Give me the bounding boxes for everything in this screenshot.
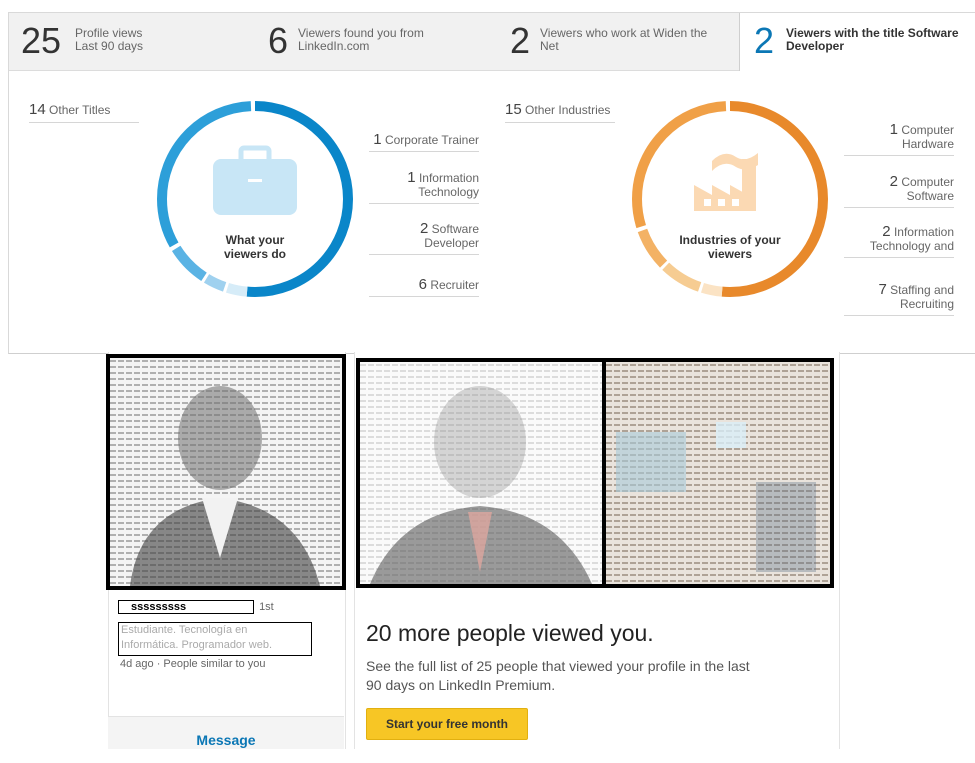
profile-views-summary-card: 25 Profile views Last 90 days 6 Viewers … <box>8 12 975 354</box>
industries-ring-caption: Industries of your viewers <box>679 233 781 261</box>
tab-number: 2 <box>754 20 775 61</box>
title-item-software-developer[interactable]: 2 Software Developer <box>369 221 479 255</box>
stats-tabs: 25 Profile views Last 90 days 6 Viewers … <box>9 13 975 71</box>
other-titles-label[interactable]: 14 Other Titles <box>29 101 139 123</box>
tab-number: 6 <box>268 20 289 61</box>
message-button[interactable]: Message <box>108 717 344 749</box>
titles-ring-caption: What your viewers do <box>223 233 287 261</box>
titles-ring-chart <box>157 101 353 297</box>
connection-degree: 1st <box>259 601 274 613</box>
person-silhouette-icon <box>110 358 342 586</box>
tab-title-software-developer[interactable]: 2 Viewers with the title Software Develo… <box>739 13 975 71</box>
tab-found-from-linkedin[interactable]: 6 Viewers found you from LinkedIn.com <box>252 13 496 71</box>
industry-item-staffing-recruiting[interactable]: 7 Staffing and Recruiting <box>844 282 954 316</box>
viewer-name-row: sssssssss 1st <box>118 600 318 616</box>
tab-label: Viewers found you from LinkedIn.com <box>298 26 424 53</box>
hidden-viewer-photo-1 <box>356 358 606 588</box>
tab-work-at-company[interactable]: 2 Viewers who work at Widen the Net <box>496 13 739 71</box>
industry-item-computer-software[interactable]: 2 Computer Software <box>844 174 954 208</box>
viewer-meta: 4d ago · People similar to you <box>120 658 266 670</box>
title-item-information-technology[interactable]: 1 Information Technology <box>369 170 479 204</box>
hidden-viewer-photo-2 <box>602 358 834 588</box>
tab-profile-views[interactable]: 25 Profile views Last 90 days <box>9 13 252 71</box>
blurred-photo-icon <box>606 362 830 584</box>
tab-label: Viewers who work at Widen the Net <box>540 26 708 53</box>
other-industries-label[interactable]: 15 Other Industries <box>505 101 615 123</box>
industries-ring-chart <box>632 101 828 297</box>
premium-body: See the full list of 25 people that view… <box>366 658 750 693</box>
tab-number: 25 <box>21 20 62 61</box>
start-free-month-button[interactable]: Start your free month <box>366 708 528 740</box>
viewer-name-link[interactable]: sssssssss <box>118 600 254 614</box>
tab-label: Viewers with the title Software Develope… <box>786 26 959 53</box>
viewer-headline: Estudiante. Tecnología en Informática. P… <box>118 622 312 656</box>
factory-icon <box>694 153 758 211</box>
tab-number: 2 <box>510 20 531 61</box>
briefcase-icon <box>213 145 297 215</box>
tab-label: Profile views Last 90 days <box>75 26 144 53</box>
title-item-corporate-trainer[interactable]: 1 Corporate Trainer <box>369 132 479 152</box>
industry-item-information-technology[interactable]: 2 Information Technology and <box>844 224 954 258</box>
title-item-recruiter[interactable]: 6 Recruiter <box>369 277 479 297</box>
premium-heading: 20 more people viewed you. <box>366 620 654 646</box>
person-silhouette-icon <box>360 362 602 584</box>
industry-item-computer-hardware[interactable]: 1 Computer Hardware <box>844 122 954 156</box>
viewer-photo[interactable] <box>106 354 346 590</box>
